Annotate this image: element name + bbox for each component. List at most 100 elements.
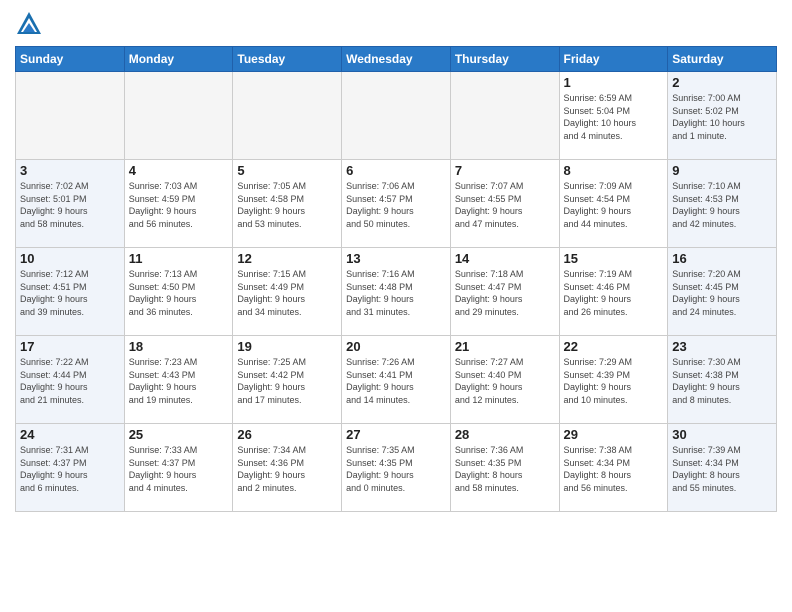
- calendar-cell: 25Sunrise: 7:33 AM Sunset: 4:37 PM Dayli…: [124, 424, 233, 512]
- calendar-cell: 6Sunrise: 7:06 AM Sunset: 4:57 PM Daylig…: [342, 160, 451, 248]
- calendar-cell: 14 Sunrise: 7:18 AM Sunset: 4:47 PM Dayli…: [450, 248, 559, 336]
- day-info: Sunrise: 7:02 AM Sunset: 5:01 PM Dayligh…: [20, 180, 120, 230]
- calendar-cell: 18 Sunrise: 7:23 AM Sunset: 4:43 PM Dayli…: [124, 336, 233, 424]
- day-number: 9: [672, 163, 772, 178]
- day-number: 28: [455, 427, 555, 442]
- day-number: 8: [564, 163, 664, 178]
- calendar-cell: 16 Sunrise: 7:20 AM Sunset: 4:45 PM Dayli…: [668, 248, 777, 336]
- day-info: Sunrise: 7:00 AM Sunset: 5:02 PM Dayligh…: [672, 92, 772, 142]
- calendar-week-4: 17 Sunrise: 7:22 AM Sunset: 4:44 PM Dayli…: [16, 336, 777, 424]
- day-number: 12: [237, 251, 337, 266]
- calendar-cell: 9 Sunrise: 7:10 AM Sunset: 4:53 PM Daylig…: [668, 160, 777, 248]
- calendar-cell: 13 Sunrise: 7:16 AM Sunset: 4:48 PM Dayli…: [342, 248, 451, 336]
- day-number: 3: [20, 163, 120, 178]
- calendar-cell: 7Sunrise: 7:07 AM Sunset: 4:55 PM Daylig…: [450, 160, 559, 248]
- day-info: Sunrise: 7:36 AM Sunset: 4:35 PM Dayligh…: [455, 444, 555, 494]
- calendar-cell: 8 Sunrise: 7:09 AM Sunset: 4:54 PM Daylig…: [559, 160, 668, 248]
- day-number: 7: [455, 163, 555, 178]
- day-info: Sunrise: 7:19 AM Sunset: 4:46 PM Dayligh…: [564, 268, 664, 318]
- day-info: Sunrise: 7:15 AM Sunset: 4:49 PM Dayligh…: [237, 268, 337, 318]
- logo-icon: [15, 10, 43, 38]
- calendar-week-1: 1 Sunrise: 6:59 AM Sunset: 5:04 PM Daylig…: [16, 72, 777, 160]
- day-number: 1: [564, 75, 664, 90]
- calendar-cell: 5 Sunrise: 7:05 AM Sunset: 4:58 PM Daylig…: [233, 160, 342, 248]
- day-number: 2: [672, 75, 772, 90]
- day-number: 11: [129, 251, 229, 266]
- calendar-cell: 2 Sunrise: 7:00 AM Sunset: 5:02 PM Daylig…: [668, 72, 777, 160]
- day-info: Sunrise: 7:09 AM Sunset: 4:54 PM Dayligh…: [564, 180, 664, 230]
- page-container: SundayMondayTuesdayWednesdayThursdayFrid…: [0, 0, 792, 517]
- day-info: Sunrise: 7:18 AM Sunset: 4:47 PM Dayligh…: [455, 268, 555, 318]
- day-info: Sunrise: 7:12 AM Sunset: 4:51 PM Dayligh…: [20, 268, 120, 318]
- day-number: 22: [564, 339, 664, 354]
- calendar-cell: 3 Sunrise: 7:02 AM Sunset: 5:01 PM Daylig…: [16, 160, 125, 248]
- calendar-cell: 15 Sunrise: 7:19 AM Sunset: 4:46 PM Dayli…: [559, 248, 668, 336]
- day-info: Sunrise: 7:03 AM Sunset: 4:59 PM Dayligh…: [129, 180, 229, 230]
- calendar-cell: 22 Sunrise: 7:29 AM Sunset: 4:39 PM Dayli…: [559, 336, 668, 424]
- day-number: 29: [564, 427, 664, 442]
- weekday-header-wednesday: Wednesday: [342, 47, 451, 72]
- day-number: 5: [237, 163, 337, 178]
- calendar-cell: 19Sunrise: 7:25 AM Sunset: 4:42 PM Dayli…: [233, 336, 342, 424]
- calendar-cell: [342, 72, 451, 160]
- calendar-cell: [16, 72, 125, 160]
- calendar-week-3: 10 Sunrise: 7:12 AM Sunset: 4:51 PM Dayli…: [16, 248, 777, 336]
- calendar-cell: 4 Sunrise: 7:03 AM Sunset: 4:59 PM Daylig…: [124, 160, 233, 248]
- day-number: 16: [672, 251, 772, 266]
- weekday-header-thursday: Thursday: [450, 47, 559, 72]
- weekday-header-monday: Monday: [124, 47, 233, 72]
- weekday-header-saturday: Saturday: [668, 47, 777, 72]
- weekday-header-sunday: Sunday: [16, 47, 125, 72]
- day-info: Sunrise: 7:34 AM Sunset: 4:36 PM Dayligh…: [237, 444, 337, 494]
- calendar-cell: 17 Sunrise: 7:22 AM Sunset: 4:44 PM Dayli…: [16, 336, 125, 424]
- day-number: 20: [346, 339, 446, 354]
- day-number: 30: [672, 427, 772, 442]
- calendar-cell: 21Sunrise: 7:27 AM Sunset: 4:40 PM Dayli…: [450, 336, 559, 424]
- calendar-table: SundayMondayTuesdayWednesdayThursdayFrid…: [15, 46, 777, 512]
- day-number: 10: [20, 251, 120, 266]
- calendar-cell: 1 Sunrise: 6:59 AM Sunset: 5:04 PM Daylig…: [559, 72, 668, 160]
- calendar-cell: 30 Sunrise: 7:39 AM Sunset: 4:34 PM Dayli…: [668, 424, 777, 512]
- day-number: 15: [564, 251, 664, 266]
- calendar-cell: 23 Sunrise: 7:30 AM Sunset: 4:38 PM Dayli…: [668, 336, 777, 424]
- day-info: Sunrise: 7:22 AM Sunset: 4:44 PM Dayligh…: [20, 356, 120, 406]
- day-info: Sunrise: 7:30 AM Sunset: 4:38 PM Dayligh…: [672, 356, 772, 406]
- day-info: Sunrise: 7:16 AM Sunset: 4:48 PM Dayligh…: [346, 268, 446, 318]
- day-info: Sunrise: 7:26 AM Sunset: 4:41 PM Dayligh…: [346, 356, 446, 406]
- day-number: 24: [20, 427, 120, 442]
- day-info: Sunrise: 7:35 AM Sunset: 4:35 PM Dayligh…: [346, 444, 446, 494]
- day-number: 6: [346, 163, 446, 178]
- calendar-cell: 28 Sunrise: 7:36 AM Sunset: 4:35 PM Dayli…: [450, 424, 559, 512]
- day-number: 13: [346, 251, 446, 266]
- calendar-cell: 12 Sunrise: 7:15 AM Sunset: 4:49 PM Dayli…: [233, 248, 342, 336]
- day-info: Sunrise: 7:31 AM Sunset: 4:37 PM Dayligh…: [20, 444, 120, 494]
- day-number: 23: [672, 339, 772, 354]
- day-info: Sunrise: 7:23 AM Sunset: 4:43 PM Dayligh…: [129, 356, 229, 406]
- logo: [15, 10, 47, 38]
- calendar-week-5: 24 Sunrise: 7:31 AM Sunset: 4:37 PM Dayli…: [16, 424, 777, 512]
- day-info: Sunrise: 7:10 AM Sunset: 4:53 PM Dayligh…: [672, 180, 772, 230]
- day-number: 17: [20, 339, 120, 354]
- day-info: Sunrise: 6:59 AM Sunset: 5:04 PM Dayligh…: [564, 92, 664, 142]
- day-number: 19: [237, 339, 337, 354]
- day-number: 18: [129, 339, 229, 354]
- weekday-header-friday: Friday: [559, 47, 668, 72]
- day-number: 25: [129, 427, 229, 442]
- day-info: Sunrise: 7:20 AM Sunset: 4:45 PM Dayligh…: [672, 268, 772, 318]
- day-number: 14: [455, 251, 555, 266]
- day-number: 4: [129, 163, 229, 178]
- day-info: Sunrise: 7:39 AM Sunset: 4:34 PM Dayligh…: [672, 444, 772, 494]
- calendar-cell: [124, 72, 233, 160]
- calendar-cell: 24 Sunrise: 7:31 AM Sunset: 4:37 PM Dayli…: [16, 424, 125, 512]
- calendar-header-row: SundayMondayTuesdayWednesdayThursdayFrid…: [16, 47, 777, 72]
- day-info: Sunrise: 7:38 AM Sunset: 4:34 PM Dayligh…: [564, 444, 664, 494]
- calendar-cell: 29 Sunrise: 7:38 AM Sunset: 4:34 PM Dayli…: [559, 424, 668, 512]
- day-info: Sunrise: 7:13 AM Sunset: 4:50 PM Dayligh…: [129, 268, 229, 318]
- page-header: [15, 10, 777, 38]
- day-number: 27: [346, 427, 446, 442]
- calendar-cell: 20 Sunrise: 7:26 AM Sunset: 4:41 PM Dayli…: [342, 336, 451, 424]
- day-info: Sunrise: 7:29 AM Sunset: 4:39 PM Dayligh…: [564, 356, 664, 406]
- weekday-header-tuesday: Tuesday: [233, 47, 342, 72]
- day-info: Sunrise: 7:05 AM Sunset: 4:58 PM Dayligh…: [237, 180, 337, 230]
- calendar-week-2: 3 Sunrise: 7:02 AM Sunset: 5:01 PM Daylig…: [16, 160, 777, 248]
